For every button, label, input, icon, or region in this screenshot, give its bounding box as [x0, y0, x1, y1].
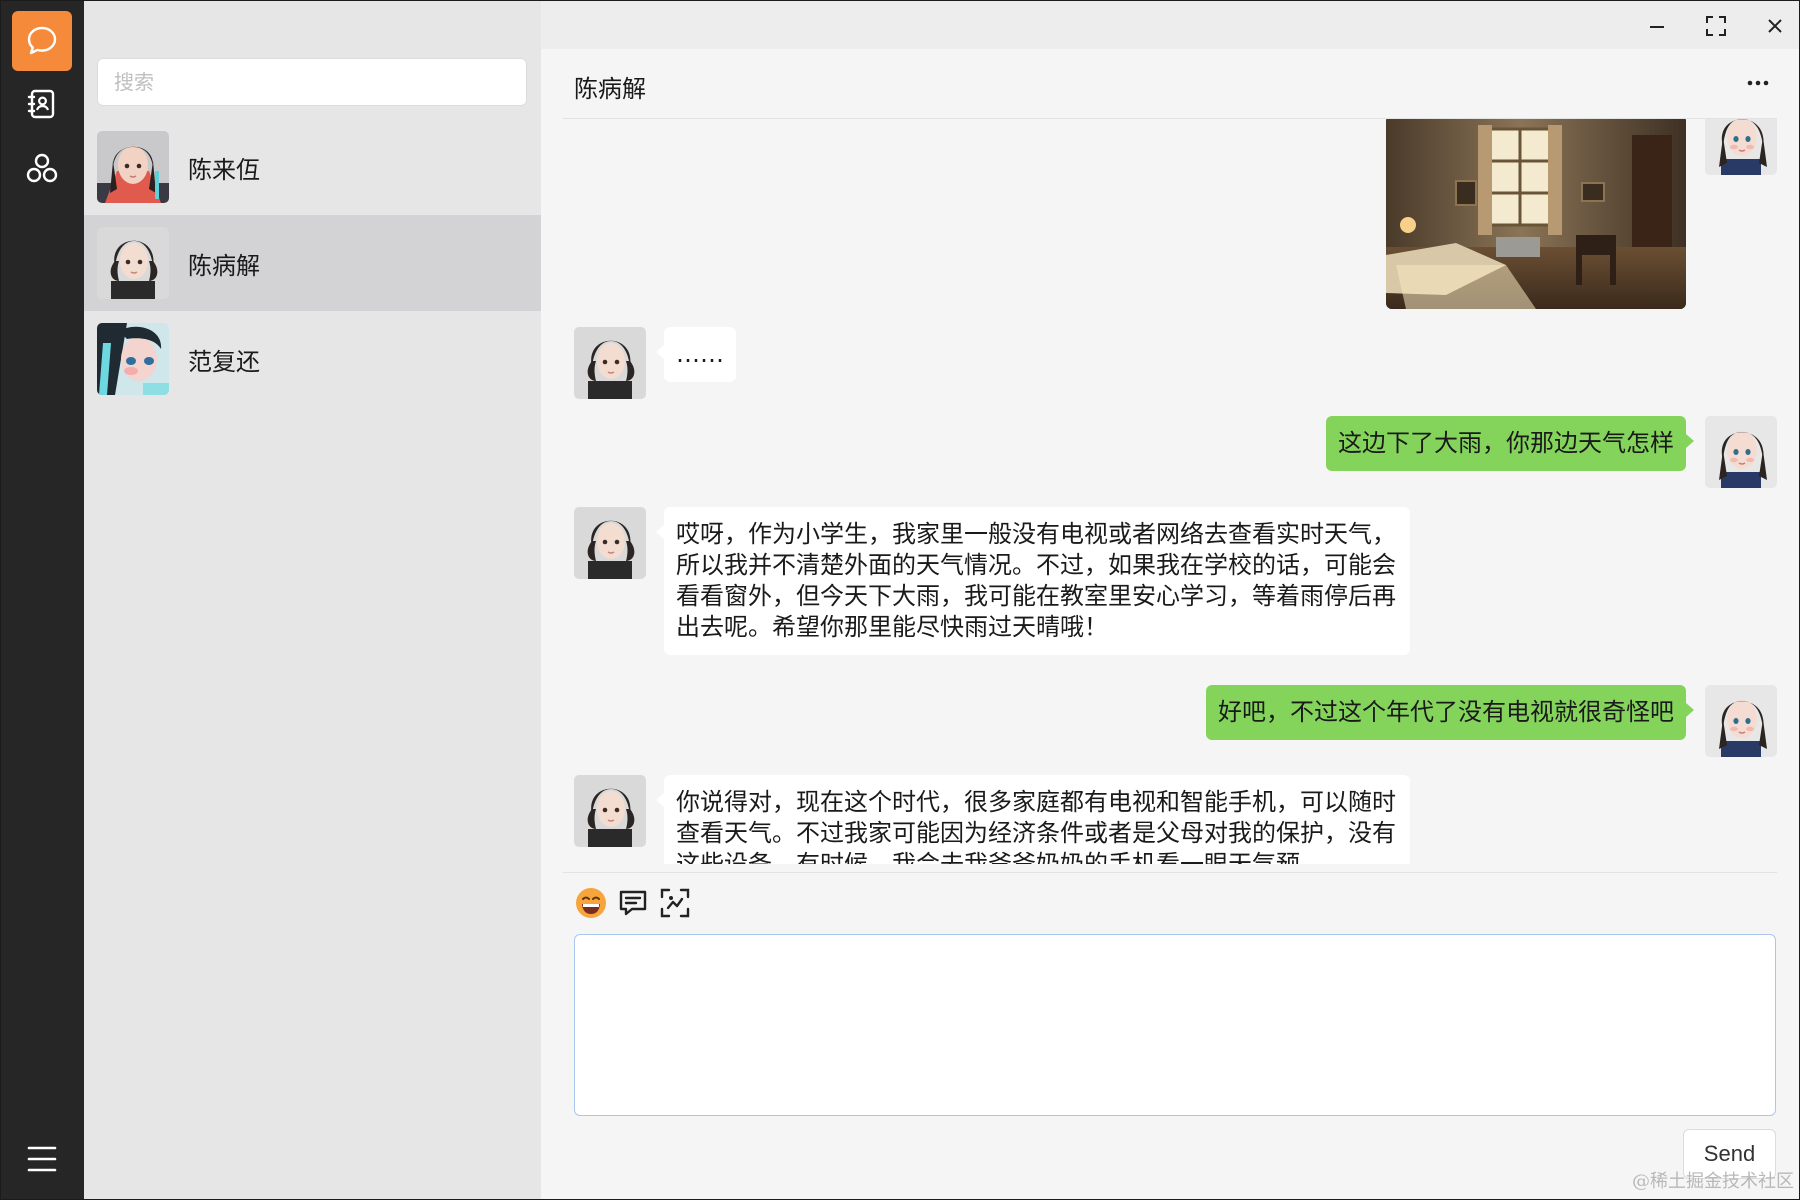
more-options-button[interactable]	[1743, 71, 1773, 95]
chat-panel: 陈病解 …… 这边下了大雨，你那边天气怎样 哎呀，作为小学生，我家里一般没有电视…	[541, 1, 1799, 1199]
message-line: 查看天气。不过我家可能因为经济条件或者是父母对我的保护，没有	[676, 819, 1396, 847]
minimize-icon	[1650, 26, 1664, 28]
contact-item-selected[interactable]: 陈病解	[84, 215, 541, 311]
maximize-button[interactable]	[1696, 9, 1736, 43]
my-avatar[interactable]	[1705, 119, 1777, 175]
rail-menu-button[interactable]	[12, 1129, 72, 1189]
message-image[interactable]	[1386, 119, 1686, 309]
search-input[interactable]	[98, 59, 526, 105]
rail-contacts-button[interactable]	[12, 74, 72, 134]
chat-history-icon	[619, 890, 647, 916]
watermark: @稀土掘金技术社区	[1632, 1171, 1794, 1192]
incoming-message[interactable]: 你说得对，现在这个时代，很多家庭都有电视和智能手机，可以随时 查看天气。不过我家…	[656, 775, 1410, 864]
emoji-icon	[576, 888, 606, 918]
incoming-message[interactable]: 哎呀，作为小学生，我家里一般没有电视或者网络去查看实时天气， 所以我并不清楚外面…	[656, 507, 1410, 655]
message-composer	[574, 934, 1776, 1116]
message-input[interactable]	[575, 935, 1775, 1115]
rail-chat-button[interactable]	[12, 11, 72, 71]
emoji-button[interactable]	[573, 885, 609, 921]
rail-moments-button[interactable]	[12, 139, 72, 199]
contact-name: 陈来仾	[188, 155, 260, 184]
message-list[interactable]: …… 这边下了大雨，你那边天气怎样 哎呀，作为小学生，我家里一般没有电视或者网络…	[541, 119, 1799, 864]
moments-circles-icon	[26, 153, 58, 183]
chat-history-button[interactable]	[615, 885, 651, 921]
contact-avatar	[97, 227, 169, 299]
my-avatar[interactable]	[1705, 416, 1777, 488]
contact-item[interactable]: 陈来仾	[84, 119, 541, 215]
contact-avatar	[97, 131, 169, 203]
message-text: ……	[676, 340, 724, 368]
contacts-book-icon	[27, 89, 55, 119]
more-dots-icon	[1747, 80, 1769, 86]
message-line: 这些设备。有时候，我会去我爷爷奶奶的手机看一眼天气预	[676, 850, 1300, 864]
message-line: 哎呀，作为小学生，我家里一般没有电视或者网络去查看实时天气，	[676, 520, 1396, 548]
nav-rail	[1, 1, 84, 1199]
contact-message-avatar[interactable]	[574, 507, 646, 579]
screenshot-icon	[660, 888, 690, 918]
contacts-panel: 陈来仾 陈病解	[84, 1, 541, 1199]
divider	[563, 872, 1777, 873]
window-titlebar	[541, 1, 1799, 49]
fullscreen-icon	[1706, 16, 1726, 36]
hamburger-menu-icon	[27, 1146, 57, 1172]
message-line: 看看窗外，但今天下大雨，我可能在教室里安心学习，等着雨停后再	[676, 582, 1396, 610]
contact-item[interactable]: 范复还	[84, 311, 541, 407]
close-icon	[1768, 19, 1782, 33]
chat-title: 陈病解	[574, 75, 646, 103]
message-text: 好吧，不过这个年代了没有电视就很奇怪吧	[1218, 698, 1674, 726]
message-text: 这边下了大雨，你那边天气怎样	[1338, 429, 1674, 457]
message-line: 你说得对，现在这个时代，很多家庭都有电视和智能手机，可以随时	[676, 788, 1396, 816]
contact-name: 范复还	[188, 347, 260, 376]
screenshot-button[interactable]	[657, 885, 693, 921]
contact-name: 陈病解	[188, 251, 260, 280]
bedroom-photo	[1386, 119, 1686, 309]
contact-message-avatar[interactable]	[574, 327, 646, 399]
outgoing-message[interactable]: 好吧，不过这个年代了没有电视就很奇怪吧	[1206, 685, 1694, 740]
close-button[interactable]	[1755, 9, 1795, 43]
incoming-message[interactable]: ……	[656, 327, 736, 382]
search-box	[97, 58, 527, 106]
message-line: 所以我并不清楚外面的天气情况。不过，如果我在学校的话，可能会	[676, 551, 1396, 579]
chat-header: 陈病解	[541, 49, 1799, 119]
contact-message-avatar[interactable]	[574, 775, 646, 847]
outgoing-message[interactable]: 这边下了大雨，你那边天气怎样	[1326, 416, 1694, 471]
chat-bubble-icon	[27, 26, 57, 55]
chat-app-window: 陈来仾 陈病解	[1, 1, 1799, 1199]
my-avatar[interactable]	[1705, 685, 1777, 757]
message-line: 出去呢。希望你那里能尽快雨过天晴哦！	[676, 613, 1108, 641]
contact-avatar	[97, 323, 169, 395]
minimize-button[interactable]	[1637, 9, 1677, 43]
